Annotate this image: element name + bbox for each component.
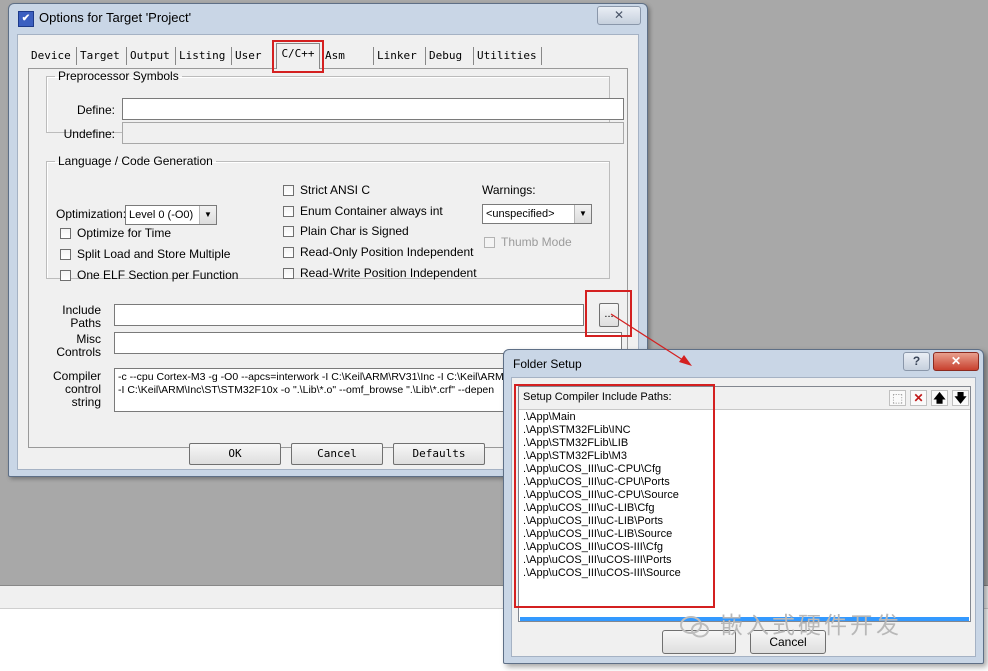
language-legend: Language / Code Generation bbox=[58, 154, 213, 168]
include-paths-label-line1: Include bbox=[62, 303, 101, 317]
thumb-mode-label: Thumb Mode bbox=[501, 235, 572, 249]
new-folder-icon[interactable]: ⬚ bbox=[889, 390, 906, 406]
tab-linker[interactable]: Linker bbox=[374, 47, 426, 65]
tab-user[interactable]: User bbox=[232, 47, 274, 65]
one-elf-section-label: One ELF Section per Function bbox=[77, 268, 239, 282]
misc-controls-label-line2: Controls bbox=[56, 345, 101, 359]
wechat-icon bbox=[680, 615, 709, 638]
warnings-value: <unspecified> bbox=[486, 208, 555, 220]
one-elf-section-checkbox[interactable] bbox=[60, 270, 71, 281]
tab-asm[interactable]: Asm bbox=[322, 47, 374, 65]
compiler-control-label-line2: control bbox=[64, 382, 101, 396]
define-input[interactable] bbox=[122, 98, 624, 120]
enum-container-label: Enum Container always int bbox=[300, 204, 443, 218]
rw-pos-independent-checkbox[interactable] bbox=[283, 268, 294, 279]
thumb-mode-checkbox[interactable] bbox=[484, 237, 495, 248]
optimization-select[interactable]: Level 0 (-O0) ▼ bbox=[125, 205, 217, 225]
browse-highlight-box bbox=[585, 290, 632, 337]
split-load-store-label: Split Load and Store Multiple bbox=[77, 247, 231, 261]
close-button[interactable]: ✕ bbox=[933, 352, 979, 371]
ro-pos-independent-label: Read-Only Position Independent bbox=[300, 245, 474, 259]
compiler-control-label-line1: Compiler bbox=[52, 369, 101, 383]
optimization-label: Optimization: bbox=[56, 207, 127, 221]
misc-controls-label-line1: Misc bbox=[76, 332, 101, 346]
undefine-label: Undefine: bbox=[63, 127, 115, 141]
ok-button[interactable]: OK bbox=[189, 443, 281, 465]
help-button[interactable]: ? bbox=[903, 352, 930, 371]
paths-highlight-box bbox=[514, 384, 715, 608]
tab-listing[interactable]: Listing bbox=[176, 47, 232, 65]
strict-ansi-label: Strict ANSI C bbox=[300, 183, 371, 197]
warnings-select[interactable]: <unspecified> ▼ bbox=[482, 204, 592, 224]
rw-pos-independent-label: Read-Write Position Independent bbox=[300, 266, 477, 280]
cancel-button[interactable]: Cancel bbox=[291, 443, 383, 465]
split-load-store-checkbox[interactable] bbox=[60, 249, 71, 260]
undefine-input[interactable] bbox=[122, 122, 624, 144]
chevron-down-icon: ▼ bbox=[199, 206, 216, 224]
plain-char-checkbox[interactable] bbox=[283, 226, 294, 237]
optimize-for-time-checkbox[interactable] bbox=[60, 228, 71, 239]
move-down-icon[interactable]: 🡇 bbox=[952, 390, 969, 406]
tab-target[interactable]: Target bbox=[77, 47, 127, 65]
tab-utilities[interactable]: Utilities bbox=[474, 47, 542, 65]
tab-debug[interactable]: Debug bbox=[426, 47, 474, 65]
tab-output[interactable]: Output bbox=[127, 47, 176, 65]
include-paths-input[interactable] bbox=[114, 304, 584, 326]
warnings-label: Warnings: bbox=[482, 183, 536, 197]
delete-icon[interactable]: ✕ bbox=[910, 390, 927, 406]
close-button[interactable]: ✕ bbox=[597, 6, 641, 25]
move-up-icon[interactable]: 🡅 bbox=[931, 390, 948, 406]
watermark: 嵌入式硬件开发 bbox=[680, 606, 902, 640]
keil-app-icon: ✔ bbox=[18, 11, 34, 27]
compiler-control-label-line3: string bbox=[71, 395, 101, 409]
preprocessor-legend: Preprocessor Symbols bbox=[58, 69, 179, 83]
plain-char-label: Plain Char is Signed bbox=[300, 224, 409, 238]
strict-ansi-checkbox[interactable] bbox=[283, 185, 294, 196]
title-bar: ✔ Options for Target 'Project' ✕ bbox=[9, 4, 647, 32]
dialog-title: Options for Target 'Project' bbox=[39, 10, 192, 25]
tab-highlight-box bbox=[272, 40, 324, 73]
chevron-down-icon: ▼ bbox=[574, 205, 591, 223]
define-label: Define: bbox=[76, 103, 115, 117]
include-paths-label-line2: Paths bbox=[70, 316, 101, 330]
optimize-for-time-label: Optimize for Time bbox=[77, 226, 172, 240]
tab-device[interactable]: Device bbox=[28, 47, 77, 65]
ro-pos-independent-checkbox[interactable] bbox=[283, 247, 294, 258]
watermark-text: 嵌入式硬件开发 bbox=[720, 612, 902, 638]
optimization-value: Level 0 (-O0) bbox=[129, 209, 194, 221]
defaults-button[interactable]: Defaults bbox=[393, 443, 485, 465]
folder-dialog-title: Folder Setup bbox=[513, 357, 582, 371]
enum-container-checkbox[interactable] bbox=[283, 206, 294, 217]
